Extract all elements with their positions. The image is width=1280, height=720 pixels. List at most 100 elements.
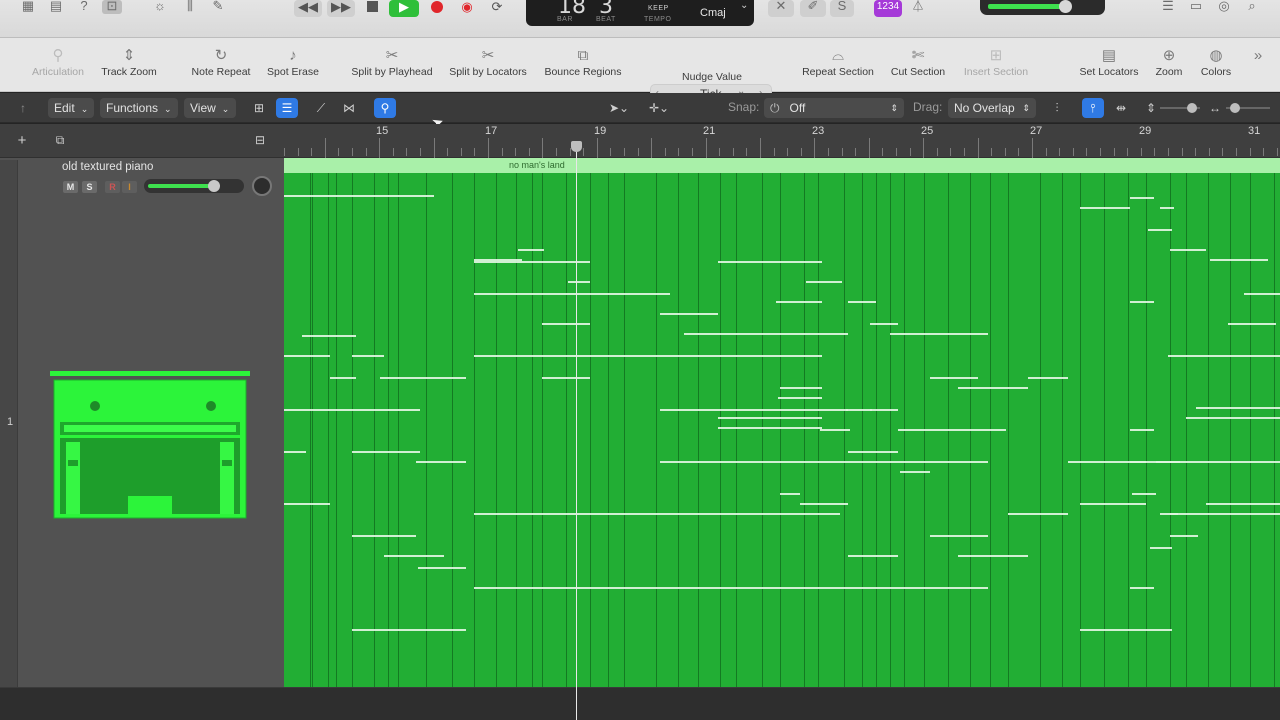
low-latency-icon[interactable]: ✐ bbox=[800, 0, 826, 17]
velocity-line bbox=[780, 173, 781, 687]
waveform-zoom-icon[interactable]: ⫶ bbox=[1046, 98, 1068, 118]
split-by-playhead-button[interactable]: ✂ Split by Playhead bbox=[346, 46, 438, 90]
global-tracks-button[interactable]: ⊟ bbox=[248, 132, 272, 150]
colors-button[interactable]: ◍ Colors bbox=[1196, 46, 1236, 90]
play-button[interactable]: ▶ bbox=[389, 0, 419, 17]
velocity-line bbox=[1208, 173, 1209, 687]
secondary-tool-icon[interactable]: ✛⌄ bbox=[644, 98, 674, 118]
inspector-icon[interactable]: ▤ bbox=[46, 0, 66, 14]
spot-erase-button[interactable]: ♪ Spot Erase bbox=[264, 46, 322, 90]
browser-icon[interactable]: ⌕ bbox=[1242, 0, 1262, 14]
automation-icon[interactable]: ⟋ bbox=[310, 98, 332, 118]
toolbar-toggle-icon[interactable]: ⊡ bbox=[102, 0, 122, 14]
add-track-button[interactable]: + bbox=[10, 132, 34, 150]
note-repeat-button[interactable]: ↻ Note Repeat bbox=[188, 46, 254, 90]
editors-icon[interactable]: ✎ bbox=[208, 0, 228, 14]
library-icon[interactable]: ▦ bbox=[18, 0, 38, 14]
lcd-display[interactable]: 18 3 BAR BEAT KEEP TEMPO Cmaj ⌄ bbox=[526, 0, 754, 26]
playhead-handle[interactable] bbox=[571, 141, 582, 152]
ruler-tick bbox=[556, 148, 557, 156]
count-in-button[interactable]: 1234 bbox=[874, 0, 902, 17]
quick-help-icon[interactable]: ? bbox=[74, 0, 94, 14]
split-by-locators-label: Split by Locators bbox=[449, 66, 527, 78]
pointer-tool-icon[interactable]: ➤⌄ bbox=[604, 98, 634, 118]
edit-menu[interactable]: Edit ⌄ bbox=[48, 98, 94, 118]
record-enable-button[interactable]: R bbox=[105, 181, 120, 193]
replace-record-icon[interactable]: ◉ bbox=[455, 0, 479, 17]
midi-note bbox=[1008, 513, 1068, 515]
loop-browser-icon[interactable]: ◎ bbox=[1214, 0, 1234, 14]
ruler-tick bbox=[1086, 148, 1087, 156]
midi-note bbox=[890, 333, 988, 335]
mixer-icon[interactable]: ⫼ bbox=[180, 0, 200, 14]
velocity-line bbox=[608, 173, 609, 687]
drag-mode-select[interactable]: No Overlap ⇕ bbox=[948, 98, 1036, 118]
track-volume-slider[interactable] bbox=[144, 179, 244, 193]
solo-button[interactable]: S bbox=[82, 181, 97, 193]
region-header[interactable]: no man's land bbox=[284, 158, 1280, 173]
track-volume-knob[interactable] bbox=[208, 180, 221, 192]
midi-note bbox=[930, 535, 988, 537]
view-menu[interactable]: View ⌄ bbox=[184, 98, 236, 118]
midi-note bbox=[590, 587, 988, 589]
mute-button[interactable]: M bbox=[63, 181, 78, 193]
horizontal-fit-icon[interactable]: ⇹ bbox=[1110, 98, 1132, 118]
solo-mode-icon[interactable]: S bbox=[830, 0, 854, 17]
midi-note bbox=[684, 333, 848, 335]
track-name[interactable]: old textured piano bbox=[62, 161, 153, 173]
repeat-section-button[interactable]: ⌓ Repeat Section bbox=[798, 46, 878, 90]
velocity-line bbox=[1274, 173, 1275, 687]
midi-note bbox=[1170, 535, 1198, 537]
flex-icon[interactable]: ⋈ bbox=[338, 98, 360, 118]
record-button[interactable] bbox=[425, 0, 449, 17]
velocity-line bbox=[862, 173, 863, 687]
articulation-button[interactable]: ⚲ Articulation bbox=[28, 46, 88, 90]
midi-note bbox=[284, 195, 434, 197]
cut-section-button[interactable]: ✄ Cut Section bbox=[886, 46, 950, 90]
midi-note bbox=[1130, 587, 1154, 589]
horizontal-zoom-knob[interactable] bbox=[1230, 103, 1240, 113]
smart-controls-icon[interactable]: ☼ bbox=[150, 0, 170, 14]
ruler-tick bbox=[937, 148, 938, 156]
midi-note bbox=[1186, 417, 1280, 419]
list-editors-icon[interactable]: ☰ bbox=[1158, 0, 1178, 14]
playhead[interactable] bbox=[576, 146, 577, 720]
cycle-icon[interactable]: ⟳ bbox=[485, 0, 509, 17]
list-view-icon[interactable]: ☰ bbox=[276, 98, 298, 118]
lcd-dropdown-icon[interactable]: ⌄ bbox=[740, 0, 748, 11]
bounce-regions-icon: ⧉ bbox=[577, 47, 589, 64]
grid-view-icon[interactable]: ⊞ bbox=[248, 98, 270, 118]
repeat-section-label: Repeat Section bbox=[802, 66, 874, 78]
midi-note bbox=[352, 629, 466, 631]
zoom-button[interactable]: ⊕ Zoom bbox=[1150, 46, 1188, 90]
duplicate-track-button[interactable]: ⧉ bbox=[48, 132, 72, 150]
snap-select[interactable]: ⏻ Off ⇕ bbox=[764, 98, 904, 118]
set-locators-button[interactable]: ▤ Set Locators bbox=[1074, 46, 1144, 90]
ruler-tick bbox=[325, 138, 326, 158]
master-volume[interactable] bbox=[980, 0, 1105, 15]
toolbar-overflow-button[interactable]: » bbox=[1248, 46, 1268, 90]
functions-menu[interactable]: Functions ⌄ bbox=[100, 98, 178, 118]
velocity-line bbox=[590, 173, 591, 687]
stop-button[interactable] bbox=[361, 0, 383, 17]
split-by-locators-button[interactable]: ✂ Split by Locators bbox=[446, 46, 530, 90]
track-zoom-button[interactable]: ⇕ Track Zoom bbox=[98, 46, 160, 90]
bounce-regions-button[interactable]: ⧉ Bounce Regions bbox=[542, 46, 624, 90]
insert-section-button[interactable]: ⊞ Insert Section bbox=[958, 46, 1034, 90]
pan-knob[interactable] bbox=[252, 176, 272, 196]
metronome-icon[interactable]: ⏃ bbox=[908, 0, 928, 14]
timeline-ruler[interactable]: 15 17 19 21 23 25 27 29 31 bbox=[284, 124, 1280, 158]
input-monitor-button[interactable]: I bbox=[122, 181, 137, 193]
rewind-button[interactable]: ◀◀ bbox=[294, 0, 322, 17]
vertical-zoom-fit-icon[interactable]: ⫯ bbox=[1082, 98, 1104, 118]
midi-region[interactable] bbox=[284, 173, 1280, 687]
catch-icon[interactable]: ↑ bbox=[12, 98, 34, 118]
up-down-icon: ⇕ bbox=[1022, 103, 1030, 113]
fast-forward-button[interactable]: ▶▶ bbox=[327, 0, 355, 17]
vertical-zoom-knob[interactable] bbox=[1187, 103, 1197, 113]
note-pad-icon[interactable]: ▭ bbox=[1186, 0, 1206, 14]
master-volume-knob[interactable] bbox=[1059, 0, 1072, 13]
midi-note bbox=[1170, 249, 1206, 251]
autopunch-icon[interactable]: ✕ bbox=[768, 0, 794, 17]
snap-to-playhead-icon[interactable]: ⚲ bbox=[374, 98, 396, 118]
